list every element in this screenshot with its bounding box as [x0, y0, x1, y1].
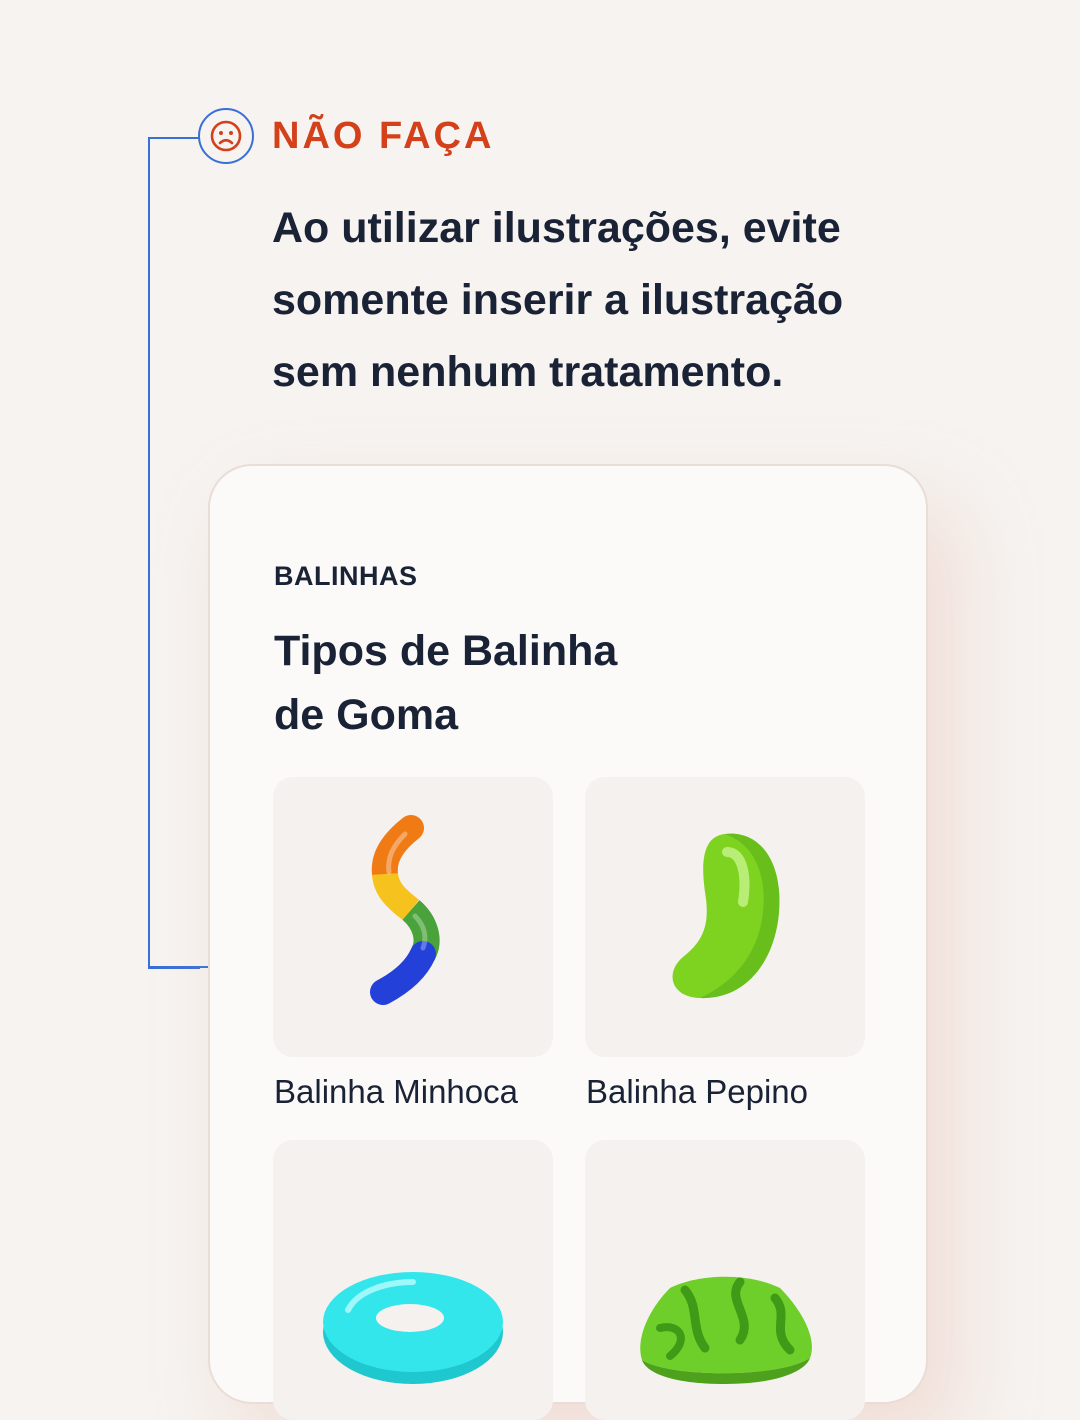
sad-face-icon: [198, 108, 254, 164]
gummy-worm-icon: [370, 815, 440, 1005]
card-title: Tipos de Balinha de Goma: [274, 619, 694, 747]
candy-tile-worm[interactable]: [273, 777, 553, 1057]
card-title-line1: Tipos de Balinha: [274, 627, 618, 675]
gummy-ring-icon: [323, 1272, 503, 1384]
candy-label-worm: Balinha Minhoca: [274, 1073, 518, 1110]
headline: Ao utilizar ilustrações, evite somente i…: [272, 204, 844, 396]
candy-tile-bean[interactable]: [585, 777, 865, 1057]
connector-line: [148, 137, 200, 969]
candy-card: BALINHAS Tipos de Balinha de Goma Balinh…: [208, 464, 928, 1420]
candy-tile-square[interactable]: [585, 1140, 865, 1420]
gummy-bean-icon: [672, 833, 780, 999]
gummy-candy-icon: [640, 1276, 812, 1384]
card-eyebrow: BALINHAS: [274, 561, 418, 591]
dont-do-label: NÃO FAÇA: [272, 115, 495, 157]
candy-label-bean: Balinha Pepino: [586, 1073, 809, 1110]
candy-tile-ring[interactable]: [273, 1140, 553, 1420]
card-title-line2: de Goma: [274, 691, 458, 739]
page: NÃO FAÇA Ao utilizar ilustrações, evite …: [0, 0, 1080, 1420]
